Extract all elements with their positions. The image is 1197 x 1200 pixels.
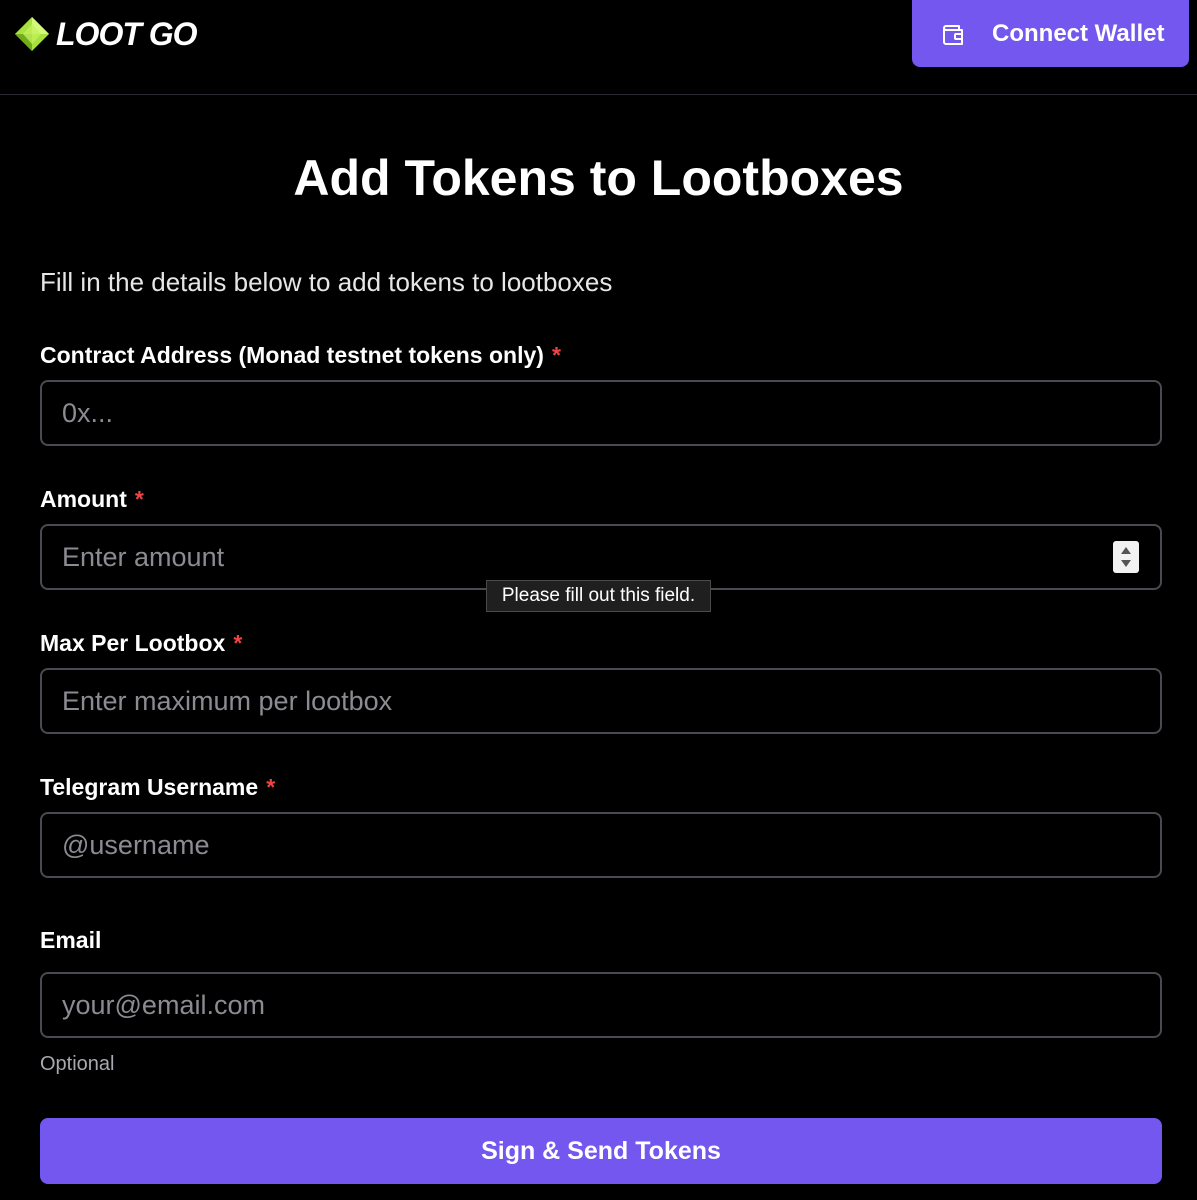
email-label-text: Email [40,927,102,953]
email-optional-hint: Optional [40,1053,115,1075]
contract-address-field [40,380,1162,446]
required-marker: * [233,630,243,656]
contract-address-input[interactable] [42,382,1160,444]
amount-label: Amount * [40,484,144,514]
page-title: Add Tokens to Lootboxes [293,150,904,206]
page-subtitle: Fill in the details below to add tokens … [40,267,613,297]
required-marker: * [134,486,144,512]
sign-and-send-button[interactable]: Sign & Send Tokens [40,1118,1162,1184]
logo-text: LOOT GO [56,16,198,52]
telegram-username-field [40,812,1162,878]
top-bar: LOOT GO Connect Wallet [0,0,1197,95]
amount-label-text: Amount [40,486,127,512]
required-marker: * [266,774,276,800]
telegram-username-label-text: Telegram Username [40,774,259,800]
max-per-lootbox-label-text: Max Per Lootbox [40,630,226,656]
max-per-lootbox-input[interactable] [42,670,1160,732]
logo[interactable]: LOOT GO [14,14,198,54]
amount-input[interactable] [42,526,1160,588]
max-per-lootbox-field [40,668,1162,734]
amount-stepper[interactable] [1113,541,1139,573]
email-input[interactable] [42,974,1160,1036]
telegram-username-label: Telegram Username * [40,772,275,802]
connect-wallet-button[interactable]: Connect Wallet [912,0,1189,67]
diamond-gem-icon [15,17,49,51]
stepper-down-icon[interactable] [1121,560,1131,567]
connect-wallet-label: Connect Wallet [992,19,1165,47]
required-marker: * [551,342,561,368]
max-per-lootbox-label: Max Per Lootbox * [40,628,242,658]
stepper-up-icon[interactable] [1121,547,1131,554]
email-field [40,972,1162,1038]
validation-tooltip: Please fill out this field. [486,580,711,612]
email-label: Email [40,925,101,955]
contract-address-label: Contract Address (Monad testnet tokens o… [40,340,561,370]
wallet-icon [943,24,963,45]
contract-address-label-text: Contract Address (Monad testnet tokens o… [40,342,544,368]
telegram-username-input[interactable] [42,814,1160,876]
